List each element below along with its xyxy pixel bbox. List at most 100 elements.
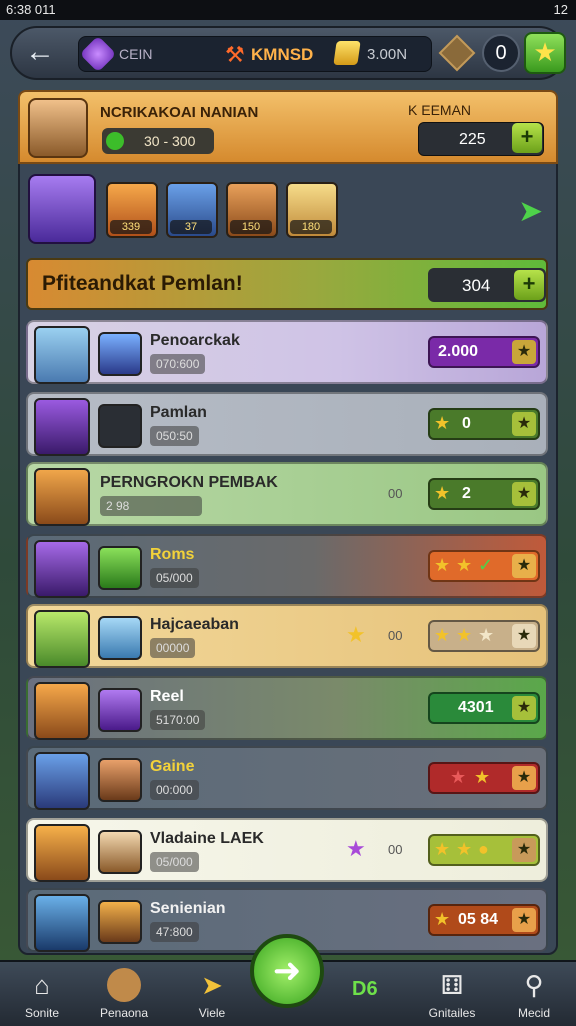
hero-avatar[interactable]: 339 — [106, 182, 158, 238]
nav-label: Viele — [198, 1006, 226, 1020]
row-reward-button[interactable]: ★ 0 ★ — [428, 408, 540, 440]
banner-value: 304 — [462, 276, 491, 295]
resource-name: KMNSD — [251, 45, 314, 64]
row-avatar — [34, 682, 90, 740]
banner-plus-button[interactable]: + — [514, 270, 544, 300]
row-reward-button[interactable]: 4301 ★ — [428, 692, 540, 724]
coin-counter: 0 — [482, 34, 520, 72]
row-name: Penoarckak — [150, 332, 240, 349]
row-name: Roms — [150, 546, 195, 563]
row-name: PERNGROKN PEMBAK — [100, 474, 278, 491]
next-arrow-icon[interactable]: ➤ — [518, 194, 543, 229]
row-reward-value: 2 — [462, 485, 471, 502]
center-action-button[interactable]: ➜ — [250, 934, 324, 1008]
hero-cost: 37 — [170, 220, 212, 234]
hero-avatar[interactable]: 180 — [286, 182, 338, 238]
row-reward-button[interactable]: ★ 2 ★ — [428, 478, 540, 510]
row-reward-button[interactable]: ★ ★ ★ ★ — [428, 620, 540, 652]
row-reward-value: 2.000 — [438, 343, 479, 360]
star-icon: ★ — [512, 412, 536, 436]
promo-banner: Pfiteandkat Pemlan! 304 + — [26, 258, 548, 310]
row-avatar — [34, 540, 90, 598]
green-gem-icon — [106, 132, 124, 150]
star-icon: ★ — [512, 766, 536, 790]
row-name: Vladaine LAEK — [150, 830, 264, 847]
dice-icon: ⚅ — [440, 970, 464, 1000]
header-right-value: 225 — [459, 131, 486, 148]
nav-shop[interactable]: ⚅ Gnitailes — [412, 962, 492, 1026]
staff-icon — [98, 332, 142, 376]
banner-value-box: 304 + — [428, 268, 546, 302]
star-icon: ★ — [456, 625, 473, 645]
list-item[interactable]: Roms 05/000 ★ ★ ✓ ★ — [26, 534, 548, 598]
star-icon: ★ — [346, 836, 366, 861]
nav-search[interactable]: ⚲ Mecid — [494, 962, 574, 1026]
row-reward-button[interactable]: ★ 05 84 ★ — [428, 904, 540, 936]
row-sub: 00:000 — [150, 780, 199, 800]
list-item[interactable]: Reel 5170:00 4301 ★ — [26, 676, 548, 740]
avatar-row: 339 37 150 180 ➤ — [18, 166, 558, 252]
header-gem-value: 30 - 300 — [144, 133, 196, 149]
row-sub: 070:600 — [150, 354, 206, 374]
row-avatar — [34, 824, 90, 882]
potion-icon — [98, 546, 142, 590]
star-icon: ★ — [434, 625, 451, 645]
row-reward-value: 0 — [462, 415, 471, 432]
hero-avatar[interactable]: 150 — [226, 182, 278, 238]
list-item[interactable]: Gaine 00:000 ★ ★ ★ — [26, 746, 548, 810]
coin-icon: ● — [478, 839, 489, 859]
star-icon: ★ — [434, 839, 451, 859]
list-item[interactable]: PERNGROKN PEMBAK 2 98 00 ★ 2 ★ — [26, 462, 548, 526]
hero-avatar[interactable]: 37 — [166, 182, 218, 238]
row-sub: 05/000 — [150, 568, 199, 588]
row-reward-button[interactable]: 2.000 ★ — [428, 336, 540, 368]
hero-cost: 180 — [290, 220, 332, 234]
row-avatar — [34, 468, 90, 526]
row-reward-value: 4301 — [458, 699, 494, 716]
medal-icon[interactable] — [438, 34, 476, 72]
row-name: Gaine — [150, 758, 195, 775]
star-icon: ★ — [512, 554, 536, 578]
nav-heroes[interactable]: Penaona — [84, 962, 164, 1026]
star-icon: ★ — [512, 838, 536, 862]
search-icon: ⚲ — [524, 970, 544, 1000]
star-icon: ★ — [478, 625, 495, 645]
nav-label: Sonite — [24, 1006, 60, 1020]
nav-count: D6 — [352, 978, 378, 1000]
row-sub: 2 98 — [100, 496, 202, 516]
back-arrow-icon[interactable]: ← — [20, 34, 60, 72]
list-item[interactable]: Pamlan 050:50 ★ 0 ★ — [26, 392, 548, 456]
star-icon: ★ — [512, 482, 536, 506]
nav-label: Mecid — [517, 1006, 550, 1020]
row-mid: 00 — [388, 628, 403, 643]
hero-cost: 150 — [230, 220, 272, 234]
nav-home[interactable]: ⌂ Sonite — [2, 962, 82, 1026]
row-reward-value: 05 84 — [458, 911, 499, 928]
row-avatar — [34, 398, 90, 456]
selected-hero-avatar[interactable] — [28, 174, 96, 244]
banner-title: Pfiteandkat Pemlan! — [42, 272, 243, 295]
star-icon: ★ — [434, 555, 451, 575]
nav-items[interactable]: ➤ Viele — [172, 962, 252, 1026]
hero-cost: 339 — [110, 220, 152, 234]
row-name: Pamlan — [150, 404, 207, 421]
row-name: Senienian — [150, 900, 226, 917]
star-icon: ★ — [474, 767, 491, 787]
list-item[interactable]: Penoarckak 070:600 2.000 ★ — [26, 320, 548, 384]
list-item[interactable]: Hajcaeaban 00000 ★ 00 ★ ★ ★ ★ — [26, 604, 548, 668]
row-reward-button[interactable]: ★ ★ ★ — [428, 762, 540, 794]
row-sub: 5170:00 — [150, 710, 206, 730]
home-icon: ⌂ — [34, 970, 50, 1000]
row-mid: 00 — [388, 842, 403, 857]
list-item[interactable]: Vladaine LAEK 05/000 ★ 00 ★ ★ ● ★ — [26, 818, 548, 882]
row-reward-button[interactable]: ★ ★ ✓ ★ — [428, 550, 540, 582]
row-avatar — [34, 326, 90, 384]
hammer-icon: ⚒ — [225, 42, 245, 67]
wing-icon: ➤ — [201, 970, 223, 1000]
row-reward-button[interactable]: ★ ★ ● ★ — [428, 834, 540, 866]
header-avatar — [28, 98, 88, 158]
target-icon — [98, 616, 142, 660]
star-button[interactable]: ★ — [524, 32, 566, 74]
star-icon: ★ — [512, 908, 536, 932]
header-plus-button[interactable]: + — [512, 123, 542, 153]
